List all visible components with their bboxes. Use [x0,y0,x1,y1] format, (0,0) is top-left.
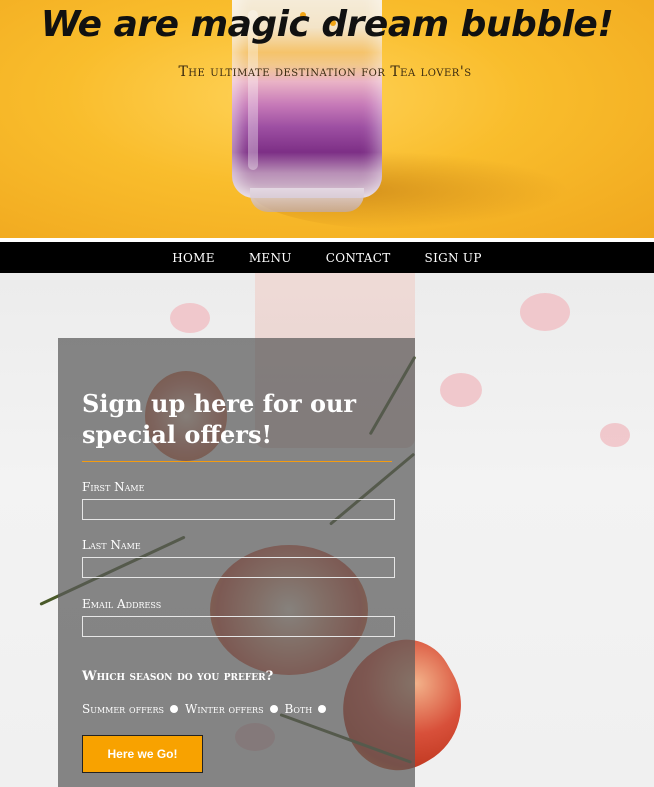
nav-contact[interactable]: CONTACT [326,251,391,265]
petal-decoration [600,423,630,447]
last-name-field[interactable] [82,557,395,578]
summer-offers-radio[interactable] [170,705,179,713]
nav-menu[interactable]: MENU [249,251,292,265]
summer-offers-label: Summer offers [82,702,165,716]
petal-decoration [520,293,570,331]
season-radio-group: Summer offers Winter offers Both [82,702,333,716]
last-name-label: Last Name [82,538,141,552]
form-heading: Sign up here for our special offers! [82,389,357,449]
winter-offers-radio[interactable] [269,705,278,713]
both-radio[interactable] [318,705,327,713]
glass-base [250,188,364,212]
hero-title: We are magic dream bubble! [40,4,614,45]
both-label: Both [284,702,313,716]
nav-sign-up[interactable]: SIGN UP [425,251,482,265]
first-name-label: First Name [82,480,145,494]
signup-form: Sign up here for our special offers! Fir… [58,338,415,787]
email-field[interactable] [82,616,395,637]
submit-button[interactable]: Here we Go! [82,735,203,773]
petal-decoration [440,373,482,407]
winter-offers-label: Winter offers [185,702,264,716]
nav-home[interactable]: HOME [172,251,215,265]
first-name-field[interactable] [82,499,395,520]
heading-divider [82,461,392,462]
main-navigation: HOME MENU CONTACT SIGN UP [0,242,654,273]
hero-banner: We are magic dream bubble! The ultimate … [0,0,654,240]
hero-subtitle: The ultimate destination for Tea lover's [178,64,472,80]
email-label: Email Address [82,597,162,611]
season-question: Which season do you prefer? [82,669,274,684]
petal-decoration [170,303,210,333]
